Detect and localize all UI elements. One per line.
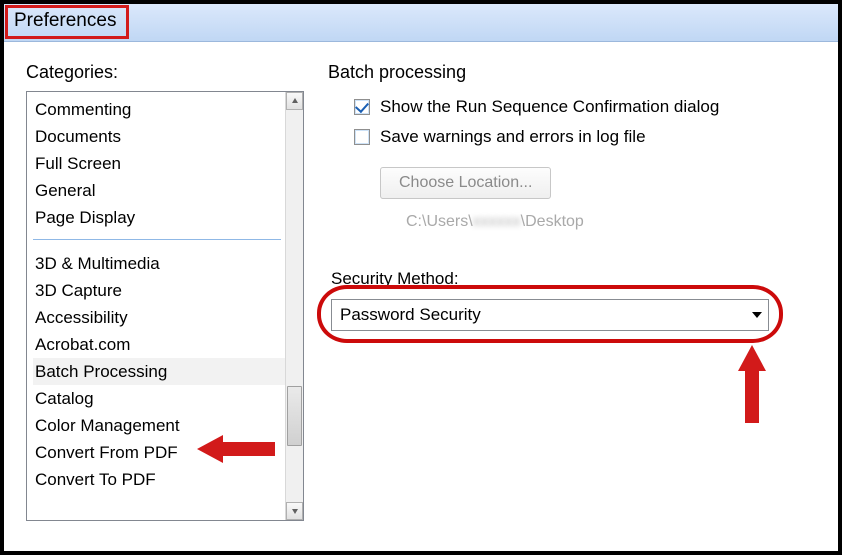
list-item[interactable]: Commenting bbox=[33, 96, 285, 123]
window-title: Preferences bbox=[5, 5, 129, 39]
list-item[interactable]: Acrobat.com bbox=[33, 331, 285, 358]
categories-listbox[interactable]: Commenting Documents Full Screen General… bbox=[26, 91, 304, 521]
list-item[interactable]: Convert To PDF bbox=[33, 466, 285, 493]
categories-items: Commenting Documents Full Screen General… bbox=[27, 92, 285, 520]
checkbox-show-confirmation[interactable] bbox=[354, 99, 370, 115]
list-item[interactable]: Catalog bbox=[33, 385, 285, 412]
path-suffix: \Desktop bbox=[521, 213, 584, 230]
scroll-up-button[interactable] bbox=[286, 92, 303, 110]
chevron-down-icon[interactable] bbox=[746, 300, 768, 330]
categories-label: Categories: bbox=[26, 62, 304, 83]
list-item[interactable]: 3D Capture bbox=[33, 277, 285, 304]
list-item[interactable]: Full Screen bbox=[33, 150, 285, 177]
security-method-label: Security Method: bbox=[331, 269, 824, 289]
scroll-thumb[interactable] bbox=[287, 386, 302, 446]
scroll-down-button[interactable] bbox=[286, 502, 303, 520]
checkbox-save-log-label: Save warnings and errors in log file bbox=[380, 127, 646, 147]
location-path: C:\Users\xxxxxx\Desktop bbox=[406, 213, 824, 231]
security-method-dropdown[interactable]: Password Security bbox=[331, 299, 769, 331]
checkbox-save-log[interactable] bbox=[354, 129, 370, 145]
list-item[interactable]: General bbox=[33, 177, 285, 204]
annotation-arrow-up bbox=[735, 345, 769, 423]
list-item-selected[interactable]: Batch Processing bbox=[33, 358, 285, 385]
list-item[interactable]: 3D & Multimedia bbox=[33, 250, 285, 277]
list-separator bbox=[33, 239, 281, 240]
checkbox-show-confirmation-label: Show the Run Sequence Confirmation dialo… bbox=[380, 97, 719, 117]
list-item[interactable]: Accessibility bbox=[33, 304, 285, 331]
panel-heading: Batch processing bbox=[328, 62, 824, 83]
security-method-value: Password Security bbox=[340, 305, 481, 325]
list-item[interactable]: Page Display bbox=[33, 204, 285, 231]
titlebar: Preferences bbox=[4, 4, 838, 42]
path-user-obscured: xxxxxx bbox=[473, 213, 521, 230]
list-item[interactable]: Convert From PDF bbox=[33, 439, 285, 466]
scrollbar[interactable] bbox=[285, 92, 303, 520]
choose-location-button[interactable]: Choose Location... bbox=[380, 167, 551, 199]
list-item[interactable]: Documents bbox=[33, 123, 285, 150]
path-prefix: C:\Users\ bbox=[406, 213, 473, 230]
list-item[interactable]: Color Management bbox=[33, 412, 285, 439]
